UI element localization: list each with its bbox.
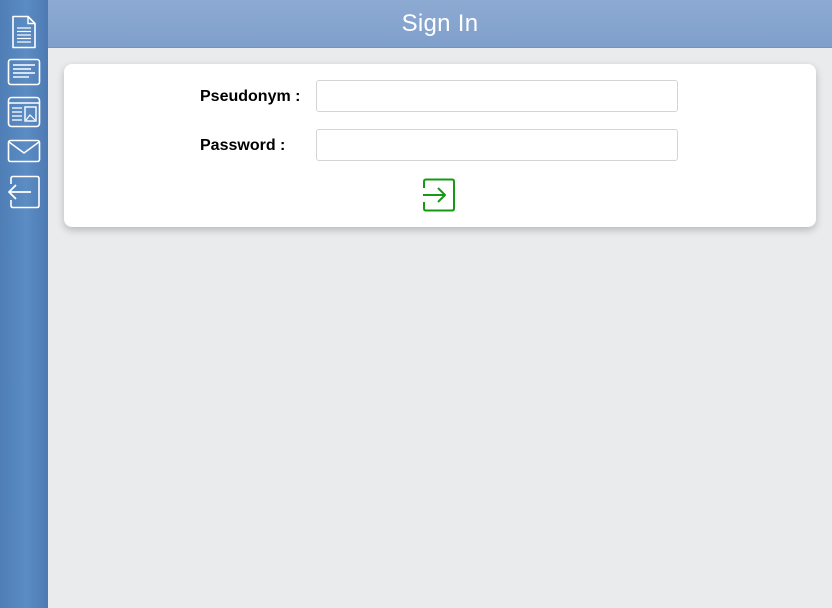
newspaper-icon xyxy=(7,96,41,128)
sidebar-item-mail[interactable] xyxy=(6,133,42,169)
logout-icon xyxy=(8,175,40,209)
password-input[interactable] xyxy=(316,129,678,161)
pseudonym-label: Pseudonym : xyxy=(200,88,301,105)
header-bar: Sign In xyxy=(48,0,832,48)
page-title: Sign In xyxy=(401,9,479,37)
sidebar-item-logout[interactable] xyxy=(6,174,42,210)
mail-icon xyxy=(7,139,41,163)
pseudonym-input[interactable] xyxy=(316,80,678,112)
document-icon xyxy=(12,15,36,49)
login-card: Pseudonym : Password : xyxy=(64,64,816,227)
sidebar-item-text[interactable] xyxy=(6,54,42,90)
password-label: Password : xyxy=(200,137,286,154)
sign-in-button[interactable] xyxy=(422,178,456,212)
login-icon xyxy=(423,178,455,212)
sidebar-item-document[interactable] xyxy=(6,14,42,50)
text-lines-icon xyxy=(7,58,41,86)
sidebar-item-news[interactable] xyxy=(6,94,42,130)
sidebar xyxy=(0,0,48,608)
